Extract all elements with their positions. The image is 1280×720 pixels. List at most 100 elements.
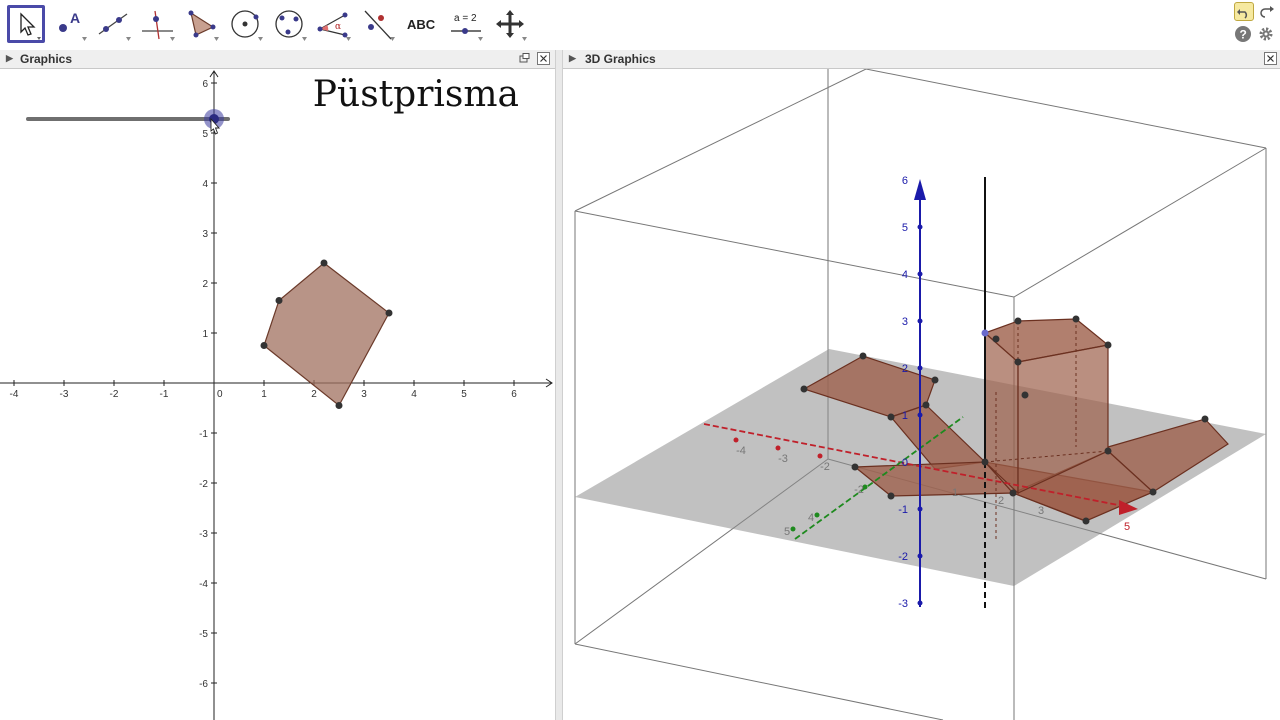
z-tick-label: 4 (902, 269, 908, 281)
net-vertex-point[interactable] (1009, 489, 1017, 497)
vertex-point[interactable] (275, 297, 283, 304)
graphics3d-panel-title: 3D Graphics (585, 52, 656, 66)
circle-tool-button[interactable] (227, 5, 265, 43)
net-vertex-point[interactable] (922, 401, 930, 409)
z-tick-label: 0 (902, 457, 908, 469)
graphics-canvas[interactable]: -4 -3 -2 -1 0 1 2 3 4 5 6 6 5 4 3 2 1 -1 -2 -3 -4 -5 -6 Püstpr… (0, 69, 555, 720)
x-tick-label: -4 (10, 389, 19, 400)
net-vertex-point[interactable] (1149, 488, 1157, 496)
net-vertex-point[interactable] (992, 335, 1000, 343)
graphics3d-canvas[interactable]: 6 5 4 3 2 1 0 -1 -2 -3 -4 -3 -2 1 2 3 5 -2 4 5 (563, 69, 1280, 720)
x-tick-label: 5 (461, 389, 467, 400)
x-tick-label: 4 (411, 389, 417, 400)
angle-tool-button[interactable]: α (315, 5, 353, 43)
perpendicular-tool-button[interactable] (139, 5, 177, 43)
polygon-icon (188, 10, 219, 41)
text-tool-button[interactable]: ABC (403, 5, 441, 43)
z-tick-label: 3 (902, 316, 908, 328)
vertex-point[interactable] (385, 309, 393, 317)
net-vertex-point[interactable] (1072, 315, 1080, 323)
z-tick-label: -3 (898, 598, 908, 610)
net-vertex-point[interactable] (859, 352, 867, 360)
net-vertex-point[interactable] (1021, 391, 1029, 399)
redo-button[interactable] (1257, 2, 1275, 19)
move-view-tool-button[interactable] (491, 5, 529, 43)
x-tick-label: 1 (952, 487, 958, 499)
toolbar: A α ABC a = 2 ? (0, 0, 1280, 51)
net-vertex-point[interactable] (851, 463, 859, 471)
reflect-icon (364, 10, 395, 41)
collapse-triangle-icon[interactable]: ▶ (6, 53, 13, 64)
x-tick-label: -2 (820, 461, 830, 473)
y-tick-label: -3 (199, 529, 208, 540)
polygon-tool-button[interactable] (183, 5, 221, 43)
help-button[interactable]: ? (1235, 26, 1251, 42)
reflect-tool-button[interactable] (359, 5, 397, 43)
undock-button[interactable] (518, 52, 531, 65)
x-tick-mark (775, 445, 781, 451)
y-tick-label: 4 (808, 512, 814, 524)
redo-icon (1260, 6, 1274, 18)
net-vertex-point[interactable] (887, 413, 895, 421)
y-tick-label: 5 (784, 526, 790, 538)
text-tool-label: ABC (407, 17, 436, 32)
line-tool-button[interactable] (95, 5, 133, 43)
y-tick-label: 6 (202, 79, 208, 90)
gear-icon (1259, 27, 1273, 41)
net-vertex-point[interactable] (1014, 358, 1022, 366)
close-icon (1267, 55, 1274, 62)
net-vertex-point[interactable] (1104, 447, 1112, 455)
net-vertex-point[interactable] (1014, 317, 1022, 325)
z-tick-mark (917, 412, 923, 418)
vertex-point[interactable] (260, 342, 268, 349)
x-tick-label: -4 (736, 445, 746, 457)
x-tick-label: 6 (511, 389, 517, 400)
text-abc-icon: ABC (407, 17, 436, 32)
x-tick-label: -3 (60, 389, 69, 400)
svg-text:?: ? (1240, 28, 1247, 42)
undo-button[interactable] (1234, 2, 1254, 21)
y-tick-label: 1 (202, 329, 208, 340)
y-tick-label: -6 (199, 679, 208, 690)
conic-tool-button[interactable] (271, 5, 309, 43)
polygon-shape[interactable] (263, 262, 390, 407)
x-tick-label: 2 (311, 389, 317, 400)
net-vertex-point[interactable] (800, 385, 808, 393)
x-tick-mark (817, 453, 823, 459)
x-tick-label: -2 (110, 389, 119, 400)
circle-icon (231, 10, 263, 41)
y-tick-label: -1 (199, 429, 208, 440)
y-tick-label: 3 (202, 229, 208, 240)
close-graphics-button[interactable] (537, 52, 550, 65)
z-tick-mark (917, 318, 923, 324)
slider-point[interactable] (981, 329, 989, 337)
net-vertex-point[interactable] (1201, 415, 1209, 423)
y-tick-label: 5 (202, 129, 208, 140)
help-icon: ? (1240, 28, 1247, 42)
svg-text:α: α (335, 22, 341, 32)
graphics-panel-title: Graphics (20, 52, 73, 66)
vertex-point[interactable] (335, 402, 343, 409)
net-vertex-point[interactable] (887, 492, 895, 500)
x-tick-label: 0 (217, 389, 223, 400)
point-tool-button[interactable]: A (51, 5, 89, 43)
vertex-point[interactable] (320, 259, 328, 267)
slider-tool-button[interactable]: a = 2 (447, 5, 485, 43)
z-tick-label: 2 (902, 363, 908, 375)
move-tool-button[interactable] (7, 5, 45, 43)
slider[interactable] (26, 109, 230, 135)
net-vertex-point[interactable] (1104, 341, 1112, 349)
net-vertex-point[interactable] (931, 376, 939, 384)
z-tick-label: 6 (902, 175, 908, 187)
y-tick-label: -4 (199, 579, 208, 590)
slider-tool-label: a = 2 (454, 13, 477, 24)
panel-divider[interactable] (555, 50, 563, 720)
undo-icon (1237, 9, 1248, 19)
settings-button[interactable] (1258, 26, 1274, 42)
net-vertex-point[interactable] (981, 458, 989, 466)
y-tick-mark (814, 512, 820, 518)
y-tick-label: -2 (199, 479, 208, 490)
collapse-triangle-icon[interactable]: ▶ (569, 53, 576, 64)
close-graphics3d-button[interactable] (1264, 52, 1277, 65)
net-vertex-point[interactable] (1082, 517, 1090, 525)
